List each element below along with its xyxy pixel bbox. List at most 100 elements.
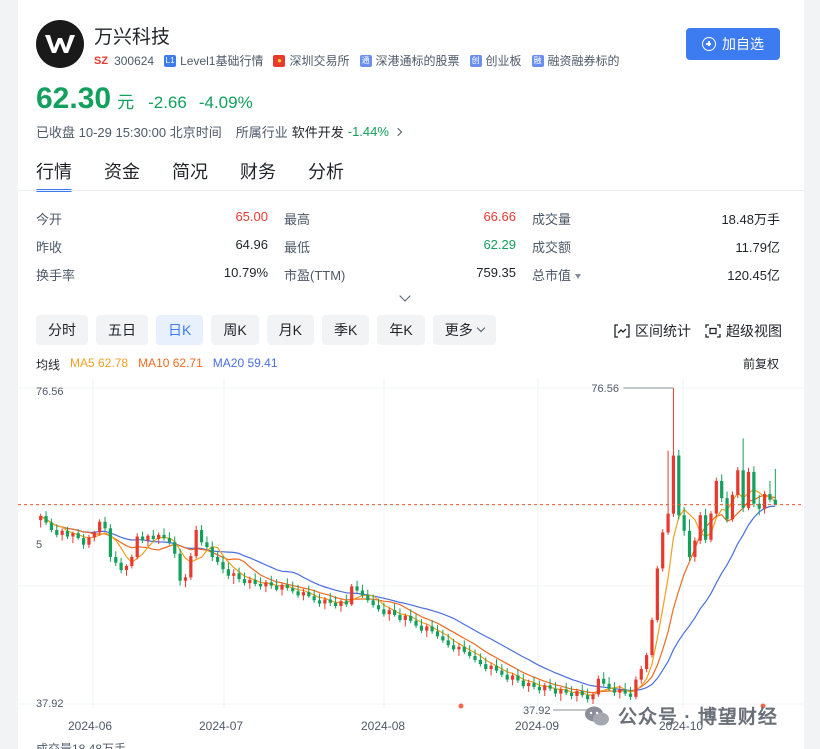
quote-turnover-amount: 成交额 11.79亿 (532, 239, 780, 255)
tab-analysis[interactable]: 分析 (308, 158, 344, 192)
candle-body (409, 615, 413, 621)
price-unit: 元 (117, 93, 135, 112)
period-yearly-k[interactable]: 年K (377, 315, 425, 345)
quote-turnover-rate: 换手率 10.79% (36, 264, 268, 283)
candle-body (248, 579, 252, 584)
candle-body (242, 579, 247, 584)
quote-market-cap[interactable]: 总市值 120.45亿 (532, 265, 780, 284)
tab-funds[interactable]: 资金 (104, 158, 140, 192)
candle-body (275, 585, 279, 590)
candle-body (317, 600, 322, 604)
tab-profile[interactable]: 简况 (172, 158, 208, 192)
period-more-dropdown[interactable]: 更多 (432, 315, 496, 345)
expand-chevron-icon[interactable] (399, 290, 411, 302)
period-daily-k[interactable]: 日K (156, 315, 204, 345)
period-intraday[interactable]: 分时 (36, 315, 88, 345)
candle-body (505, 674, 509, 680)
candle-body (49, 522, 54, 530)
quote-volume: 成交量 18.48万手 (532, 211, 780, 227)
candle-body (746, 471, 751, 508)
candle-body (650, 619, 654, 656)
candle-body (559, 689, 563, 694)
ma20-value: MA20 59.41 (212, 356, 278, 370)
candle-body (334, 602, 338, 607)
candle-body (494, 665, 499, 671)
industry-link[interactable]: 所属行业 软件开发 -1.44% (236, 122, 403, 141)
candle-body (371, 600, 375, 606)
tag-connect[interactable]: 通深港通标的股票 (359, 52, 460, 69)
ma5-line (40, 489, 776, 696)
period-weekly-k[interactable]: 周K (211, 315, 259, 345)
margin-icon: 融 (531, 54, 544, 67)
candle-body (532, 682, 536, 687)
candle-body (205, 542, 209, 548)
super-view-button[interactable]: 超级视图 (705, 321, 782, 341)
candle-body (666, 513, 670, 533)
add-watchlist-button[interactable]: 加自选 (686, 28, 780, 60)
candle-body (527, 682, 531, 687)
x-tick-label: 2024-07 (199, 719, 243, 733)
candle-body (76, 533, 80, 539)
candle-body (489, 665, 493, 669)
company-logo (36, 20, 84, 68)
tab-finance[interactable]: 财务 (240, 158, 276, 192)
low-marker-label: 37.92 (523, 705, 551, 717)
tab-quote[interactable]: 行情 (36, 158, 72, 192)
candle-body (264, 582, 268, 587)
candle-body (114, 556, 118, 563)
candle-body (484, 664, 488, 669)
candle-body (55, 529, 59, 535)
stock-card: 万兴科技 SZ 300624 L1 Level1基础行情 ● 深圳交易所 通深港通标… (18, 0, 804, 749)
candle-body (628, 693, 633, 697)
candle-body (564, 689, 568, 693)
candle-body (301, 592, 306, 596)
candle-body (98, 521, 102, 533)
candle-body (87, 537, 91, 545)
ma10-value: MA10 62.71 (138, 356, 203, 370)
candle-body (704, 515, 708, 540)
tag-margin[interactable]: 融融资融券标的 (531, 52, 620, 69)
candle-body (312, 596, 316, 601)
period-5day[interactable]: 五日 (96, 315, 148, 345)
candle-body (339, 601, 343, 607)
range-stat-button[interactable]: 区间统计 (614, 321, 691, 341)
candle-body (575, 691, 579, 696)
candle-body (216, 556, 220, 562)
candle-body (296, 591, 300, 596)
candle-body (119, 562, 123, 571)
candle-body (441, 636, 445, 641)
period-monthly-k[interactable]: 月K (266, 315, 315, 345)
candle-body (468, 651, 472, 656)
candle-body (291, 588, 295, 592)
candle-body (591, 694, 595, 700)
candle-body (698, 515, 702, 541)
tag-exchange[interactable]: ● 深圳交易所 (273, 52, 350, 69)
candle-body (350, 586, 354, 605)
period-selector: 分时 五日 日K 周K 月K 季K 年K 更多 (36, 315, 504, 345)
candle-body (226, 569, 230, 576)
candle-body (741, 470, 745, 508)
candle-body (108, 528, 112, 557)
x-tick-label: 2024-08 (361, 719, 405, 733)
china-flag-icon: ● (273, 54, 286, 67)
candle-body (232, 573, 236, 576)
period-quarterly-k[interactable]: 季K (322, 315, 370, 345)
quote-row: 换手率 10.79% 市盈(TTM) 759.35 总市值 120.45亿 (36, 260, 780, 288)
candle-body (376, 605, 381, 610)
candle-body (323, 599, 327, 604)
candle-body (462, 646, 466, 652)
range-bracket-icon (614, 324, 630, 338)
quote-row: 今开 65.00 最高 66.66 成交量 18.48万手 (36, 204, 780, 232)
candle-body (457, 646, 461, 650)
stock-code: 300624 (114, 53, 155, 68)
candle-body (473, 655, 477, 661)
candle-body (720, 480, 724, 499)
quote-grid: 今开 65.00 最高 66.66 成交量 18.48万手 昨收 64.96 最低 62.… (36, 204, 780, 288)
adjust-forward-button[interactable]: 前复权 (743, 355, 779, 372)
wechat-icon (584, 705, 610, 727)
candle-body (451, 645, 456, 650)
tag-level1[interactable]: L1 Level1基础行情 (164, 52, 263, 69)
kline-chart[interactable]: 76.56 37.92 5 76.56 37.92 2024-06 2024-07 2024-… (18, 378, 804, 749)
candle-body (430, 626, 434, 632)
tag-chinext[interactable]: 创创业板 (469, 52, 522, 69)
